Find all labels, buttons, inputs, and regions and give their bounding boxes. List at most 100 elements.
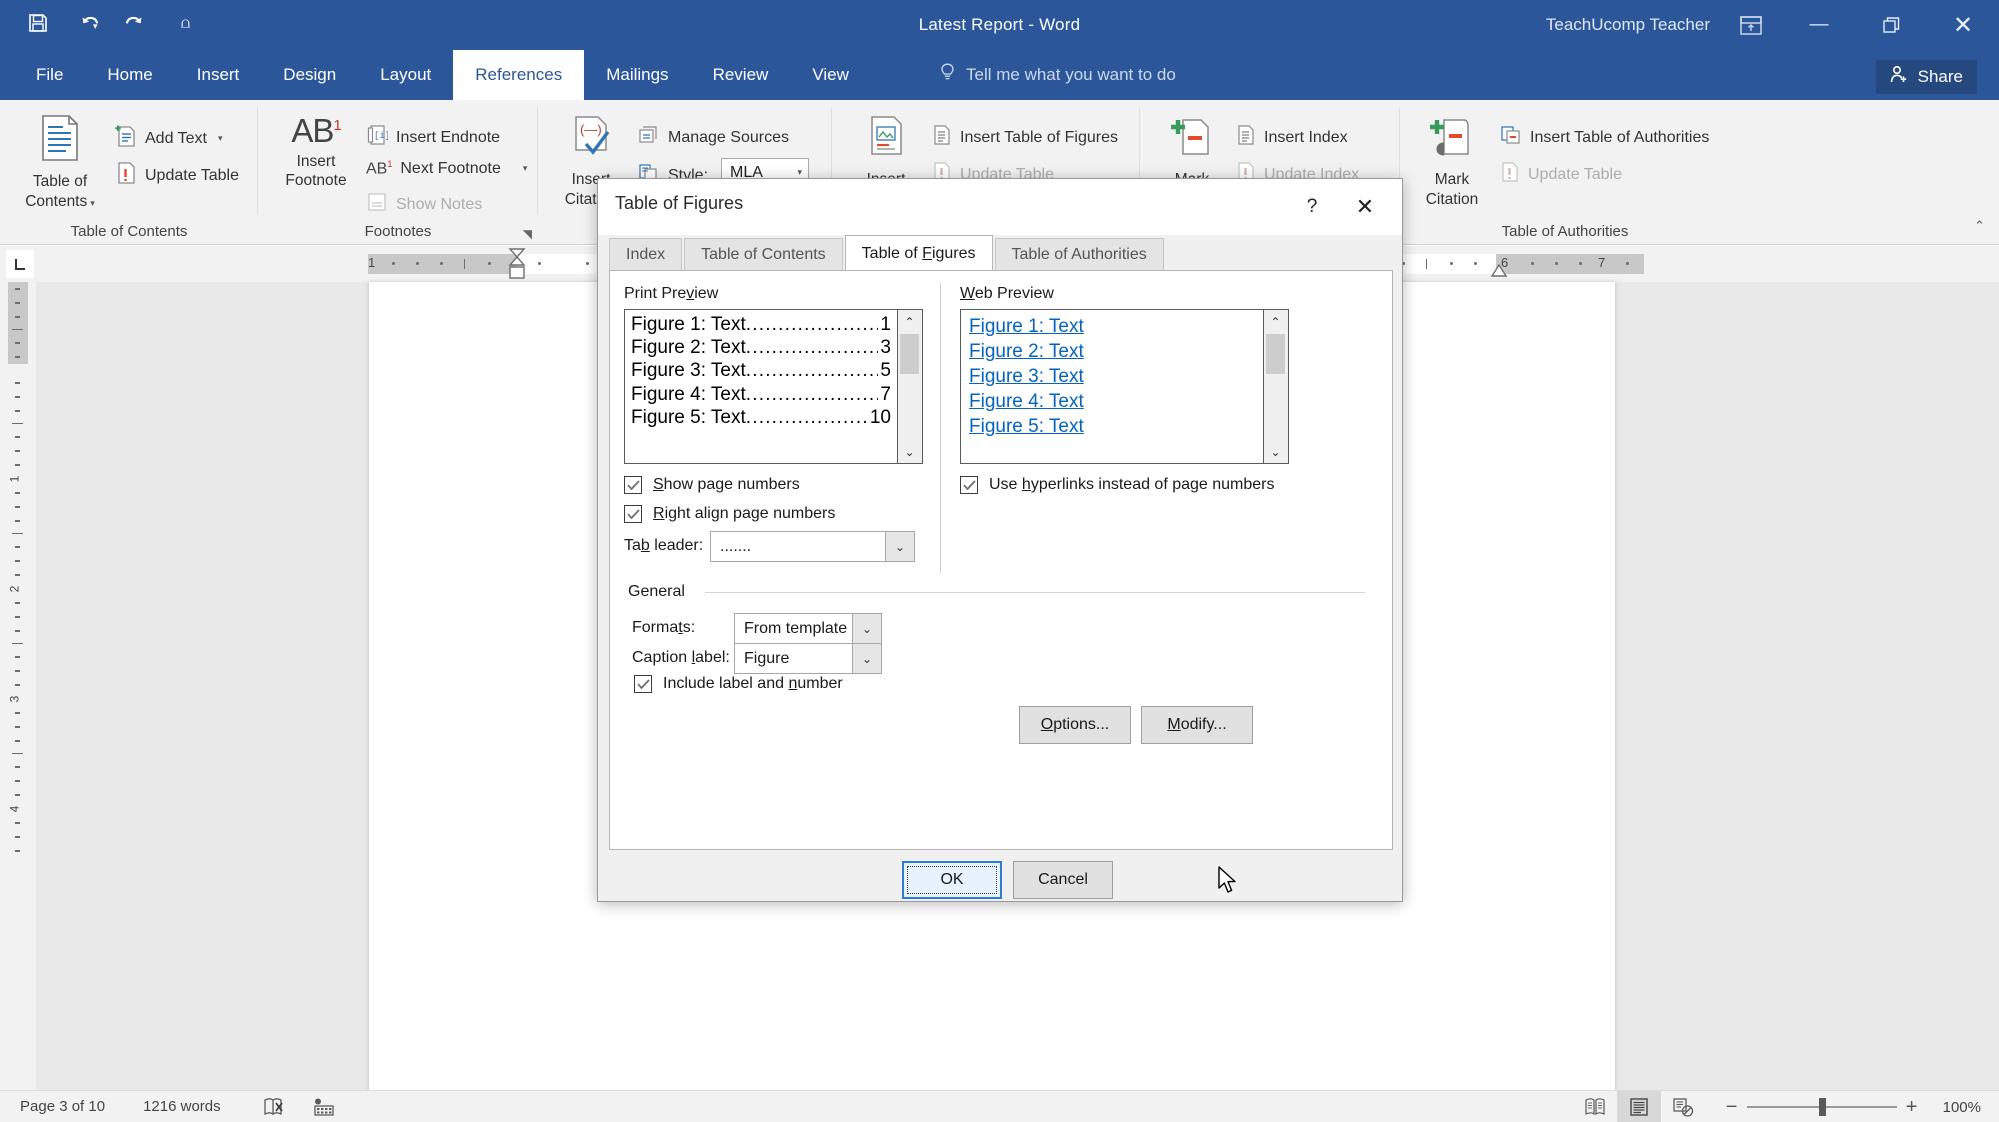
table-of-contents-label-line2: Contents [25,192,88,210]
cancel-button[interactable]: Cancel [1013,861,1113,899]
vertical-ruler[interactable]: 1 2 3 4 [0,282,36,1090]
update-table-icon [1500,161,1520,188]
next-footnote-button[interactable]: AB1 Next Footnote ▾ [366,159,527,178]
dialog-tab-index[interactable]: Index [609,238,683,271]
table-of-contents-icon [38,114,82,167]
show-page-numbers-row[interactable]: Show page numbers [624,476,800,494]
chevron-down-icon[interactable]: ▾ [218,133,223,144]
dialog-tab-table-of-figures[interactable]: Table of Figures [844,235,993,271]
chevron-down-icon[interactable]: ▾ [523,163,528,174]
print-preview-box[interactable]: Figure 1: Text .........................… [624,309,898,464]
scrollbar-thumb[interactable] [1266,334,1285,374]
web-preview-link[interactable]: Figure 1: Text [969,314,1255,339]
tab-insert[interactable]: Insert [175,50,262,100]
insert-index-button[interactable]: Insert Index [1236,124,1348,151]
tab-stop-selector[interactable] [6,250,34,278]
dialog-close-button[interactable]: ✕ [1348,191,1382,223]
word-count[interactable]: 1216 words [143,1098,221,1115]
modify-button[interactable]: Modify... [1141,706,1253,744]
zoom-control[interactable]: − + [1717,1096,1927,1119]
cancel-label: Cancel [1038,871,1088,888]
chevron-down-icon[interactable]: ▾ [90,198,95,208]
options-button[interactable]: Options... [1019,706,1131,744]
scroll-up-icon[interactable]: ⌃ [1264,310,1287,333]
dialog-tab-table-of-contents[interactable]: Table of Contents [684,238,843,271]
scroll-down-icon[interactable]: ⌄ [898,440,921,463]
insert-table-of-authorities-button[interactable]: Insert Table of Authorities [1500,124,1709,151]
minimize-button[interactable]: — [1783,0,1855,50]
print-preview-scrollbar[interactable]: ⌃ ⌄ [898,309,923,464]
help-button[interactable]: ? [1295,191,1329,223]
web-preview-link[interactable]: Figure 4: Text [969,389,1255,414]
right-align-page-numbers-checkbox[interactable] [624,505,642,523]
right-align-page-numbers-row[interactable]: Right align page numbers [624,505,835,523]
dialog-tab-table-of-authorities[interactable]: Table of Authorities [994,238,1164,271]
show-page-numbers-checkbox[interactable] [624,476,642,494]
web-preview-box[interactable]: Figure 1: Text Figure 2: Text Figure 3: … [960,309,1264,464]
restore-button[interactable] [1855,0,1927,50]
share-button[interactable]: Share [1875,60,1977,94]
manage-sources-icon [638,124,660,151]
web-layout-icon[interactable] [1661,1091,1705,1122]
manage-sources-button[interactable]: Manage Sources [638,124,789,151]
spell-check-icon[interactable] [263,1097,285,1117]
show-page-numbers-label: Show page numbers [653,476,800,493]
left-indent-marker[interactable] [508,248,526,280]
tab-file[interactable]: File [14,50,85,100]
print-preview-line: Figure 1: Text .........................… [631,314,891,335]
add-text-button[interactable]: Add Text ▾ [115,124,223,153]
tab-view[interactable]: View [790,50,871,100]
caption-label-dropdown[interactable]: Figure ⌄ [734,643,882,674]
zoom-slider-thumb[interactable] [1818,1098,1826,1116]
include-label-and-number-row[interactable]: Include label and number [634,675,843,693]
zoom-slider-track[interactable] [1746,1098,1897,1116]
web-preview-link[interactable]: Figure 5: Text [969,414,1255,439]
title-bar: ▾ ⩍ Latest Report - Word TeachUcomp Teac… [0,0,1999,50]
zoom-in-button[interactable]: + [1897,1096,1927,1119]
chevron-down-icon[interactable]: ⌄ [852,644,881,673]
scroll-down-icon[interactable]: ⌄ [1264,440,1287,463]
tab-review[interactable]: Review [691,50,791,100]
include-label-and-number-label: Include label and number [663,675,843,692]
chevron-down-icon[interactable]: ▾ [797,167,802,178]
ribbon-display-options-icon[interactable] [1734,11,1768,39]
table-of-authorities-icon [1500,124,1522,151]
tab-design[interactable]: Design [261,50,358,100]
web-preview-scrollbar[interactable]: ⌃ ⌄ [1264,309,1289,464]
update-table-toc-button[interactable]: Update Table [115,161,239,190]
footnotes-dialog-launcher[interactable]: ◥ [523,227,532,241]
zoom-out-button[interactable]: − [1717,1096,1747,1119]
scroll-up-icon[interactable]: ⌃ [898,310,921,333]
tab-references[interactable]: References [453,50,585,100]
scrollbar-thumb[interactable] [900,334,919,374]
right-indent-marker[interactable] [1490,263,1508,277]
chevron-down-icon[interactable]: ⌄ [852,614,881,643]
close-button[interactable]: ✕ [1927,0,1999,50]
print-layout-icon[interactable] [1616,1091,1661,1122]
insert-endnote-button[interactable]: [i] Insert Endnote [366,124,500,151]
chevron-down-icon[interactable]: ⌄ [885,532,914,561]
ok-button[interactable]: OK [902,861,1002,899]
status-bar: Page 3 of 10 1216 words − + 100% [0,1090,1999,1122]
tab-leader-dropdown[interactable]: ....... ⌄ [710,531,915,562]
page-indicator[interactable]: Page 3 of 10 [20,1098,105,1115]
zoom-level[interactable]: 100% [1943,1099,1981,1116]
tell-me-search[interactable]: Tell me what you want to do [940,50,1176,100]
use-hyperlinks-row[interactable]: Use hyperlinks instead of page numbers [960,476,1275,494]
tab-mailings[interactable]: Mailings [584,50,690,100]
insert-footnote-button[interactable]: AB1 Insert Footnote [270,114,362,191]
tab-layout[interactable]: Layout [358,50,453,100]
use-hyperlinks-checkbox[interactable] [960,476,978,494]
mark-citation-button[interactable]: Mark Citation [1410,114,1494,209]
include-label-and-number-checkbox[interactable] [634,675,652,693]
web-preview-link[interactable]: Figure 3: Text [969,364,1255,389]
insert-table-of-figures-button[interactable]: Insert Table of Figures [932,124,1118,151]
collapse-ribbon-icon[interactable]: ⌃ [1974,218,1985,234]
read-mode-icon[interactable] [1573,1091,1617,1122]
formats-dropdown[interactable]: From template ⌄ [734,613,882,644]
account-name[interactable]: TeachUcomp Teacher [1546,0,1710,50]
web-preview-link[interactable]: Figure 2: Text [969,339,1255,364]
table-of-contents-button[interactable]: Table of Contents ▾ [12,114,108,211]
tab-home[interactable]: Home [85,50,174,100]
accessibility-icon[interactable] [313,1097,335,1117]
